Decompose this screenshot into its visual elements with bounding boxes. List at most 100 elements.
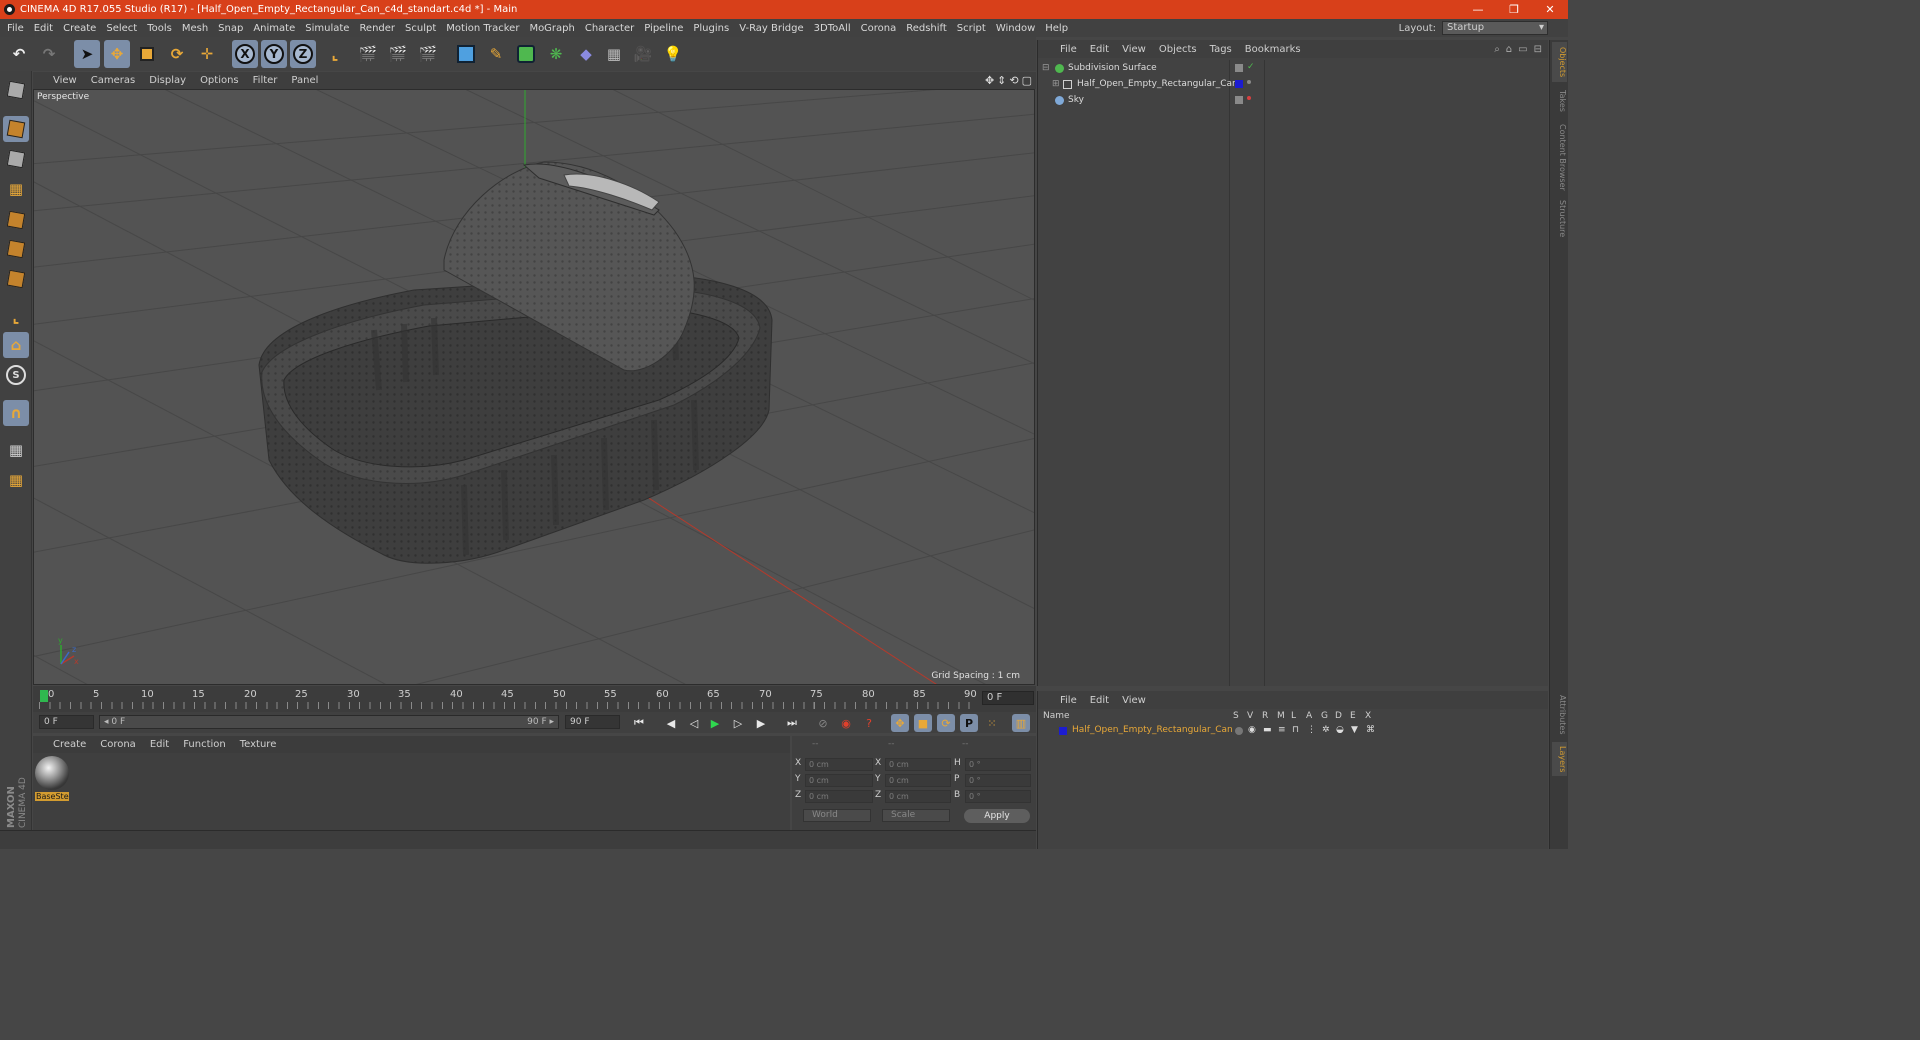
objects-menu-view[interactable]: View [1122,44,1146,55]
home-icon[interactable]: ⌂ [1506,44,1512,55]
next-frame-button[interactable]: ▷ [729,714,747,732]
align-workplane-button[interactable]: ▦ [3,467,29,493]
menu-3dtoall[interactable]: 3DToAll [811,23,858,34]
maximize-view-icon[interactable]: ▢ [1022,74,1032,87]
viewport-menu-view[interactable]: View [53,75,77,86]
material-menu-create[interactable]: Create [53,739,86,750]
menu-mograph[interactable]: MoGraph [526,23,581,34]
menu-create[interactable]: Create [60,23,103,34]
play-button[interactable]: ▶ [706,714,724,732]
tab-objects[interactable]: Objects [1552,42,1567,82]
menu-tools[interactable]: Tools [144,23,179,34]
xref-toggle-icon[interactable]: ⌘ [1366,725,1375,735]
menu-plugins[interactable]: Plugins [690,23,736,34]
position-x-field[interactable]: 0 cm [805,758,873,771]
add-deformer-button[interactable]: ◆ [573,40,599,68]
timeline-ruler[interactable]: 0 5 10 15 20 25 30 35 40 45 50 55 60 65 … [39,689,979,709]
menu-simulate[interactable]: Simulate [302,23,356,34]
size-x-field[interactable]: 0 cm [885,758,951,771]
key-parameter-button[interactable]: P [960,714,978,732]
orbit-icon[interactable]: ⟲ [1009,74,1018,87]
timeline-window-button[interactable]: ▥ [1012,714,1030,732]
layout-dropdown[interactable]: Startup [1442,21,1548,35]
coordinate-system-button[interactable]: ⌞ [322,40,348,68]
close-button[interactable]: ✕ [1532,3,1568,16]
transform-tool-button[interactable]: ✛ [194,40,220,68]
menu-render[interactable]: Render [356,23,402,34]
go-to-end-button[interactable]: ⏭ [783,714,801,732]
add-mograph-button[interactable]: ❋ [543,40,569,68]
render-picture-viewer-button[interactable]: 🎬 [385,40,411,68]
current-frame-field[interactable]: 0 F [982,691,1034,705]
render-toggle-icon[interactable]: ▬ [1263,725,1272,735]
position-y-field[interactable]: 0 cm [805,774,873,787]
pan-icon[interactable]: ✥ [985,74,994,87]
y-axis-button[interactable]: Y [261,40,287,68]
restore-button[interactable]: ❐ [1496,3,1532,16]
objects-menu-edit[interactable]: Edit [1090,44,1109,55]
tweak-mode-button[interactable]: ⌂ [3,332,29,358]
visibility-dot-icon[interactable] [1247,80,1251,84]
layer-color-icon[interactable] [1235,80,1243,88]
menu-snap[interactable]: Snap [215,23,250,34]
add-environment-button[interactable]: ▦ [601,40,627,68]
workplane-mode-button[interactable]: ▦ [3,176,29,202]
add-spline-button[interactable]: ✎ [483,40,509,68]
size-mode-dropdown[interactable]: Scale [882,809,950,822]
perspective-viewport[interactable]: y z x Perspective Grid Spacing : 1 cm [33,89,1035,685]
objects-menu-objects[interactable]: Objects [1159,44,1197,55]
lock-workplane-button[interactable]: ▦ [3,437,29,463]
menu-mesh[interactable]: Mesh [179,23,215,34]
tab-content-browser[interactable]: Content Browser [1552,120,1567,194]
menu-redshift[interactable]: Redshift [903,23,954,34]
new-window-icon[interactable]: ⊟ [1534,44,1542,55]
expand-toggle[interactable]: ⊟ [1042,63,1050,73]
select-tool-button[interactable]: ➤ [74,40,100,68]
viewport-menu-panel[interactable]: Panel [291,75,318,86]
texture-mode-button[interactable] [3,146,29,172]
key-position-button[interactable]: ✥ [891,714,909,732]
axis-mode-button[interactable]: ⌞ [3,304,29,330]
position-z-field[interactable]: 0 cm [805,790,873,803]
next-key-button[interactable]: ▶ [752,714,770,732]
object-row-sky[interactable]: Sky [1038,92,1549,108]
rotate-tool-button[interactable]: ⟳ [164,40,190,68]
solo-toggle-icon[interactable] [1235,727,1243,735]
object-row-can[interactable]: ⊞ Half_Open_Empty_Rectangular_Can [1038,76,1549,92]
key-rotation-button[interactable]: ⟳ [937,714,955,732]
solo-button[interactable]: S [3,362,29,388]
add-generator-button[interactable] [513,40,539,68]
make-editable-button[interactable] [3,77,29,103]
expression-toggle-icon[interactable]: ▼ [1351,725,1358,735]
generator-toggle-icon[interactable]: ✲ [1322,725,1330,735]
menu-character[interactable]: Character [582,23,641,34]
rotation-b-field[interactable]: 0 ° [965,790,1031,803]
redo-button[interactable]: ↷ [36,40,62,68]
animation-toggle-icon[interactable]: ⋮ [1307,725,1316,735]
menu-vray-bridge[interactable]: V-Ray Bridge [736,23,810,34]
key-scale-button[interactable]: ■ [914,714,932,732]
manager-toggle-icon[interactable]: ≡ [1278,725,1286,735]
material-menu-corona[interactable]: Corona [100,739,136,750]
layers-menu-edit[interactable]: Edit [1090,695,1109,706]
layers-menu-file[interactable]: File [1060,695,1077,706]
apply-button[interactable]: Apply [964,809,1030,823]
size-y-field[interactable]: 0 cm [885,774,951,787]
viewport-menu-cameras[interactable]: Cameras [91,75,135,86]
objects-menu-tags[interactable]: Tags [1210,44,1232,55]
end-frame-field[interactable]: 90 F [565,715,620,729]
lock-icon[interactable]: ⊓ [1292,725,1299,735]
zoom-icon[interactable]: ⇕ [997,74,1006,87]
deformer-toggle-icon[interactable]: ◒ [1336,725,1344,735]
undo-button[interactable]: ↶ [6,40,32,68]
viewport-menu-filter[interactable]: Filter [253,75,278,86]
record-active-objects-button[interactable]: ◉ [837,714,855,732]
material-swatch[interactable]: BaseSte [35,756,69,801]
playhead[interactable] [40,690,48,702]
add-camera-button[interactable]: 🎥 [630,40,656,68]
object-row-subdivision-surface[interactable]: ⊟ Subdivision Surface ✓ [1038,60,1549,76]
viewport-menu-options[interactable]: Options [200,75,239,86]
layers-menu-view[interactable]: View [1122,695,1146,706]
menu-animate[interactable]: Animate [250,23,302,34]
start-frame-field[interactable]: 0 F [39,715,94,729]
